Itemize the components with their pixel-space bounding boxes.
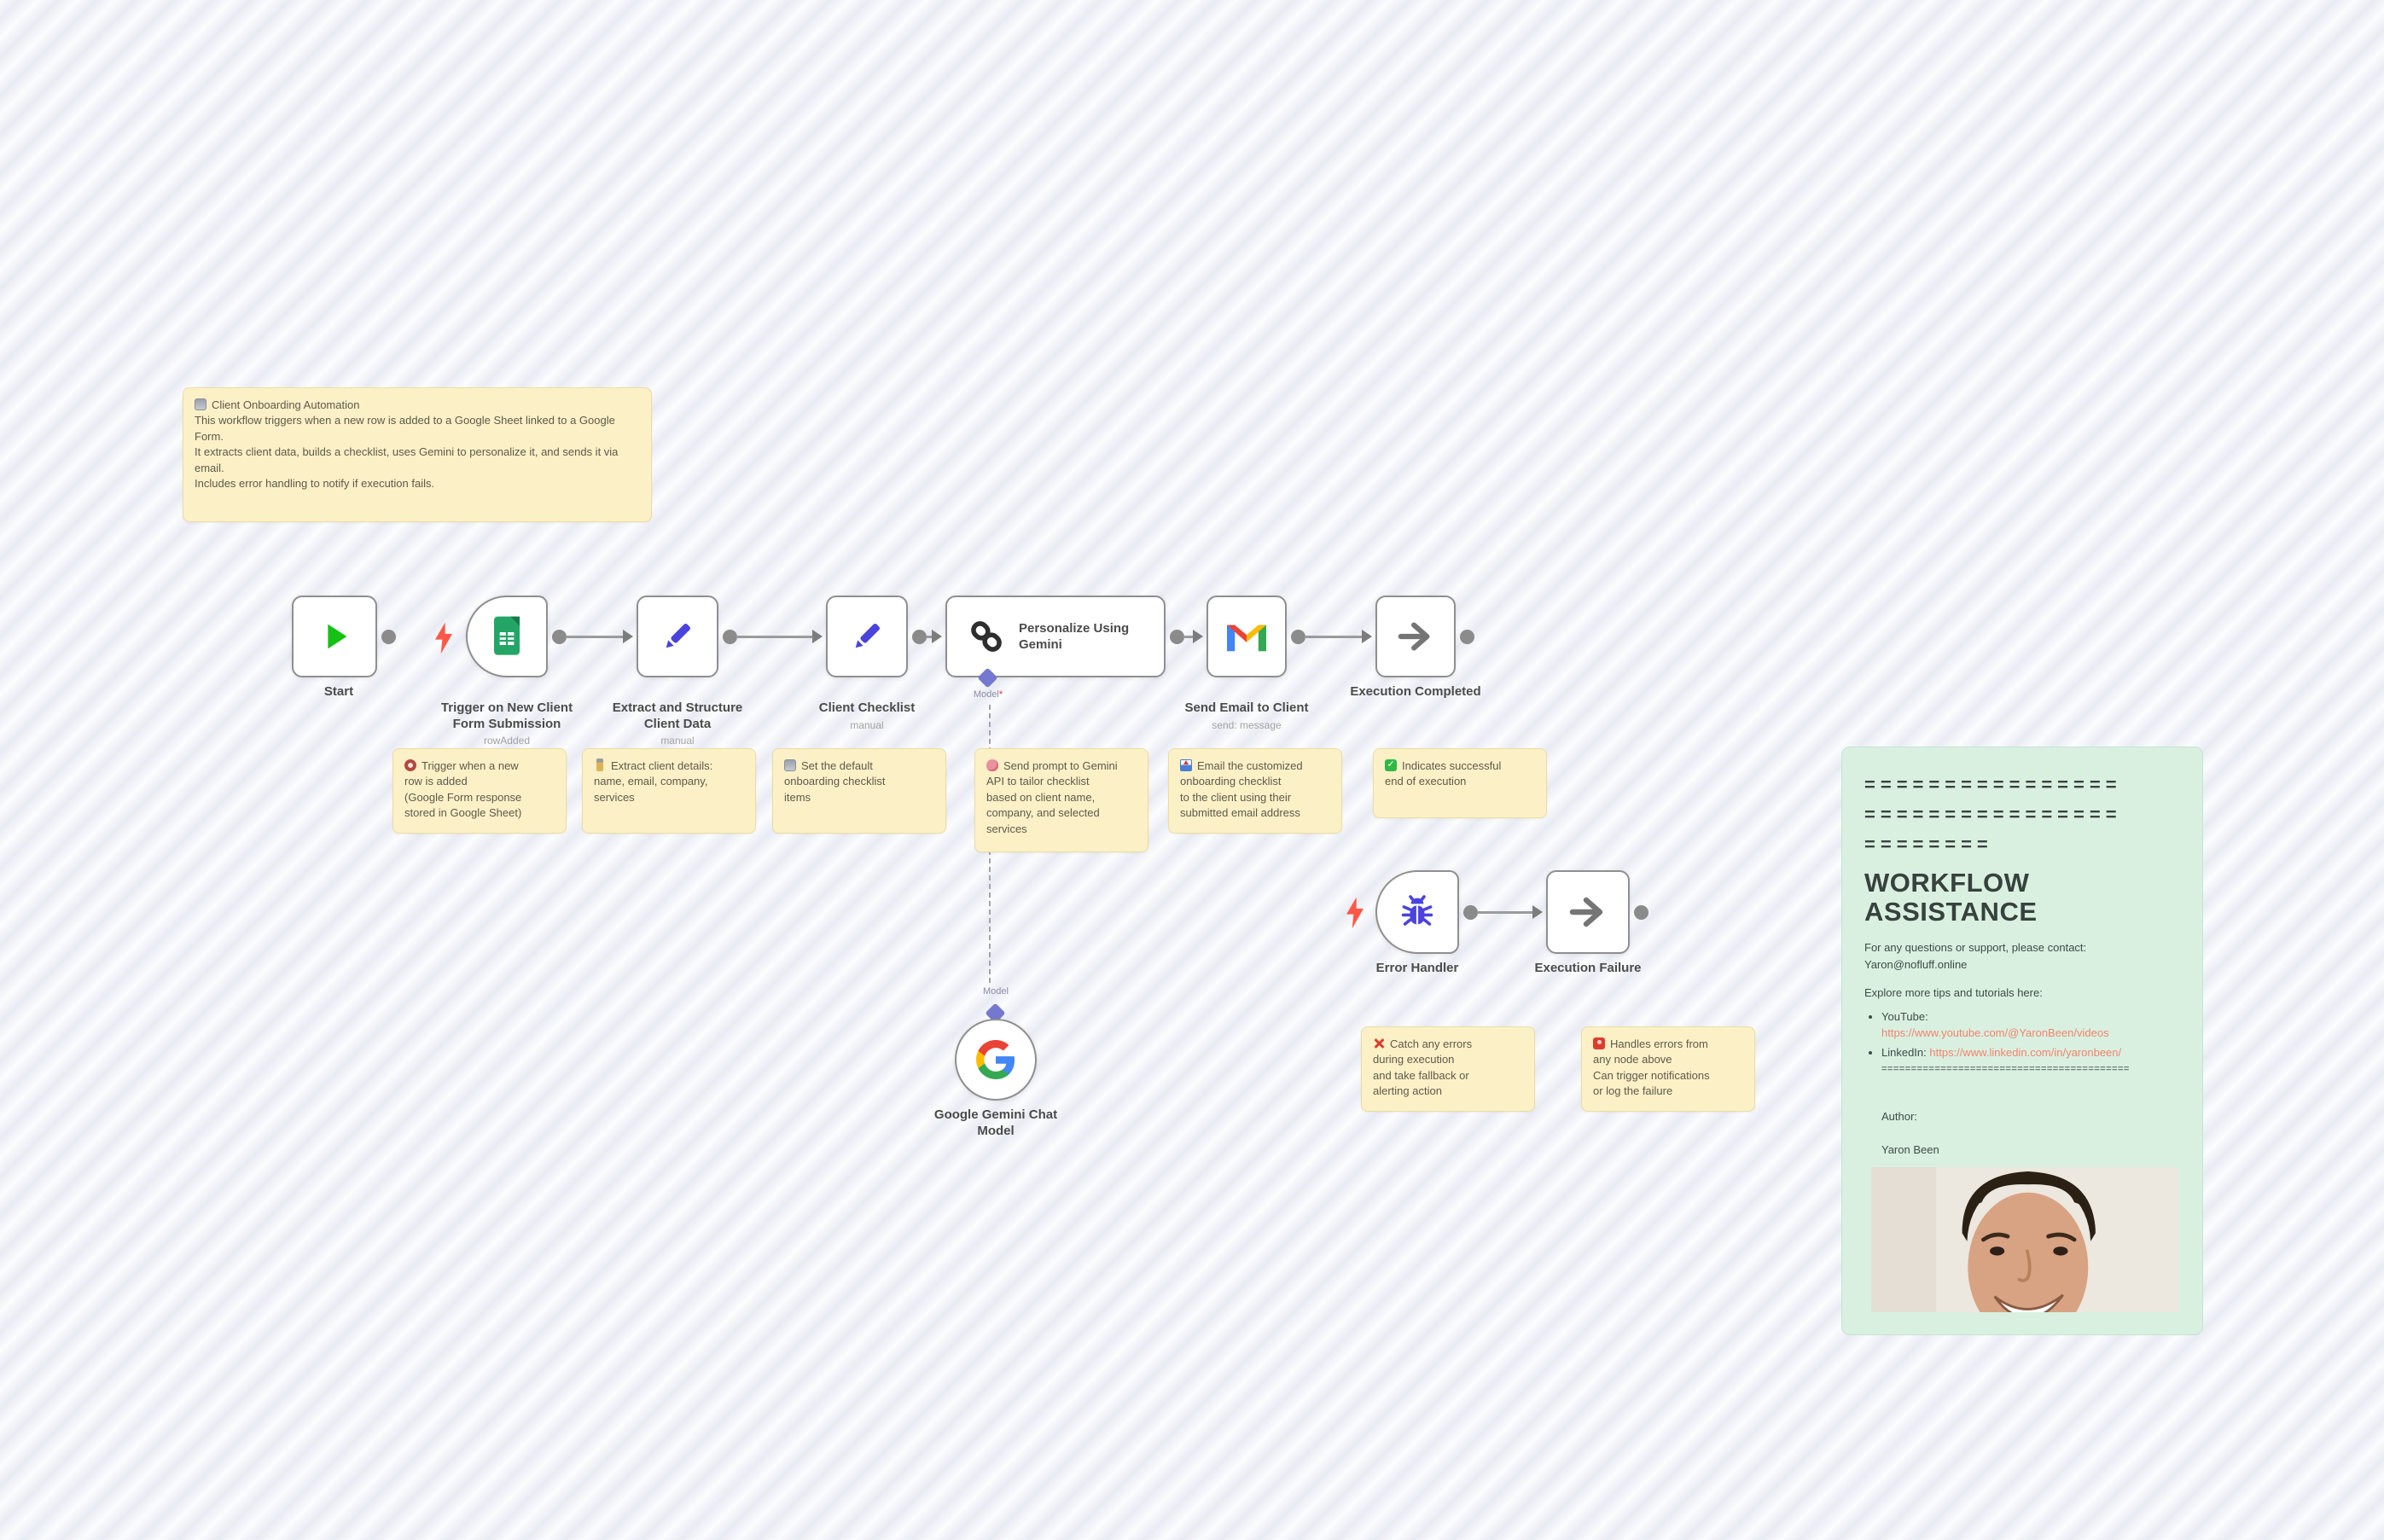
output-port[interactable] xyxy=(912,630,927,644)
sticky-note-email[interactable]: Email the customized onboarding checklis… xyxy=(1168,748,1342,834)
assistance-title: WORKFLOW ASSISTANCE xyxy=(1864,869,2078,927)
node-gemini-model-label: Google Gemini Chat Model xyxy=(898,1107,1094,1140)
youtube-list-item: YouTube: https://www.youtube.com/@YaronB… xyxy=(1881,1008,2180,1042)
node-trigger-new-client[interactable] xyxy=(466,596,548,677)
connection-endpoint[interactable] xyxy=(1460,630,1474,644)
connection-arrow xyxy=(623,630,633,643)
connection-line xyxy=(1477,911,1536,914)
output-port[interactable] xyxy=(1170,630,1184,644)
divider-equals: ================ xyxy=(1864,770,2180,799)
sticky-note-trigger[interactable]: Trigger when a new row is added (Google … xyxy=(392,748,567,834)
output-port[interactable] xyxy=(552,630,567,644)
youtube-link[interactable]: https://www.youtube.com/@YaronBeen/video… xyxy=(1881,1025,2180,1042)
author-block: Author: Yaron Been xyxy=(1881,1092,2180,1159)
node-execution-failure-label: Execution Failure xyxy=(1490,961,1686,977)
assistance-explore: Explore more tips and tutorials here: xyxy=(1864,985,2180,1002)
sticky-note-handles-errors[interactable]: Handles errors from any node above Can t… xyxy=(1581,1026,1755,1112)
node-send-email-label: Send Email to Client send: message xyxy=(1148,684,1345,747)
node-execution-failure[interactable] xyxy=(1546,870,1630,954)
outbox-tray-icon xyxy=(1180,759,1192,771)
google-g-icon xyxy=(976,1040,1015,1079)
output-port[interactable] xyxy=(1291,630,1305,644)
connection-arrow xyxy=(1193,630,1203,643)
divider-equals-small: ========================================… xyxy=(1881,1062,2180,1077)
model-port-label-bottom: Model xyxy=(945,986,1047,997)
play-icon xyxy=(315,617,354,656)
node-checklist-subtitle: manual xyxy=(769,719,965,732)
linkedin-label: LinkedIn: xyxy=(1881,1046,1927,1059)
connection-line xyxy=(1305,636,1365,638)
author-photo xyxy=(1871,1167,2178,1312)
connection-endpoint[interactable] xyxy=(381,630,396,644)
node-send-email-subtitle: send: message xyxy=(1148,719,1345,732)
youtube-label: YouTube: xyxy=(1881,1010,1928,1023)
pencil-icon xyxy=(847,617,887,656)
chain-link-icon xyxy=(968,618,1005,655)
workflow-assistance-note[interactable]: ================ ================ ======… xyxy=(1841,747,2203,1335)
overview-note-body: This workflow triggers when a new row is… xyxy=(195,413,640,491)
divider-equals: ======== xyxy=(1864,829,2180,859)
linkedin-link[interactable]: https://www.linkedin.com/in/yaronbeen/ xyxy=(1929,1046,2121,1059)
node-extract-client-data[interactable] xyxy=(637,596,718,677)
clipboard-icon xyxy=(784,759,796,771)
sticky-note-overview[interactable]: Client Onboarding Automation This workfl… xyxy=(183,387,652,522)
lightning-bolt-icon xyxy=(1343,896,1367,930)
pen-icon xyxy=(596,758,603,771)
pencil-icon xyxy=(658,617,697,656)
connection-arrow xyxy=(812,630,823,643)
connection-arrow xyxy=(1532,905,1543,919)
workflow-canvas[interactable]: Client Onboarding Automation This workfl… xyxy=(0,0,2384,1540)
node-error-handler-label: Error Handler xyxy=(1319,961,1515,977)
arrow-right-icon xyxy=(1567,892,1608,933)
arrow-right-icon xyxy=(1396,617,1435,656)
connection-line xyxy=(736,636,816,638)
google-sheets-icon xyxy=(490,615,524,658)
cross-mark-icon xyxy=(1373,1037,1385,1049)
node-start-label: Start xyxy=(241,684,437,700)
gmail-icon xyxy=(1227,621,1266,652)
node-execution-completed-label: Execution Completed xyxy=(1317,684,1514,700)
sticky-note-checklist[interactable]: Set the default onboarding checklist ite… xyxy=(772,748,946,834)
linkedin-list-item: LinkedIn: https://www.linkedin.com/in/ya… xyxy=(1881,1044,2180,1077)
siren-icon xyxy=(1593,1037,1605,1049)
node-google-gemini-chat-model[interactable] xyxy=(955,1019,1037,1101)
alarm-clock-icon xyxy=(404,759,416,771)
node-send-email[interactable] xyxy=(1207,596,1287,677)
output-port[interactable] xyxy=(723,630,737,644)
node-error-handler[interactable] xyxy=(1375,870,1459,954)
connection-arrow xyxy=(932,630,942,643)
sticky-note-catch-errors[interactable]: Catch any errors during execution and ta… xyxy=(1361,1026,1535,1112)
node-client-checklist[interactable] xyxy=(826,596,908,677)
assistance-contact: For any questions or support, please con… xyxy=(1864,939,2180,973)
author-name: Yaron Been xyxy=(1881,1143,1939,1156)
node-personalize-gemini[interactable]: Personalize Using Gemini xyxy=(945,596,1166,677)
bug-icon xyxy=(1397,892,1438,933)
lightning-bolt-icon xyxy=(432,621,456,655)
check-mark-icon xyxy=(1385,759,1397,771)
sticky-note-success[interactable]: Indicates successful end of execution xyxy=(1373,748,1547,818)
node-extract-subtitle: manual xyxy=(579,735,776,747)
brain-icon xyxy=(986,759,998,771)
output-port[interactable] xyxy=(1463,905,1478,920)
connection-line xyxy=(566,636,626,638)
overview-note-title: Client Onboarding Automation xyxy=(212,398,359,411)
divider-equals: ================ xyxy=(1864,799,2180,829)
node-execution-completed[interactable] xyxy=(1375,596,1456,677)
node-trigger-subtitle: rowAdded xyxy=(409,735,605,747)
sticky-note-extract[interactable]: Extract client details: name, email, com… xyxy=(582,748,756,834)
sticky-note-gemini-prompt[interactable]: Send prompt to Gemini API to tailor chec… xyxy=(974,748,1148,852)
connection-endpoint[interactable] xyxy=(1634,905,1648,920)
connection-arrow xyxy=(1362,630,1372,643)
author-label: Author: xyxy=(1881,1110,1917,1123)
node-start[interactable] xyxy=(292,596,377,677)
model-port-label: Model* xyxy=(937,689,1039,700)
node-personalize-label: Personalize Using Gemini xyxy=(1019,620,1129,654)
assistance-links: YouTube: https://www.youtube.com/@YaronB… xyxy=(1881,1008,2180,1077)
node-checklist-label: Client Checklist manual xyxy=(769,684,965,747)
clipboard-icon xyxy=(195,398,206,410)
